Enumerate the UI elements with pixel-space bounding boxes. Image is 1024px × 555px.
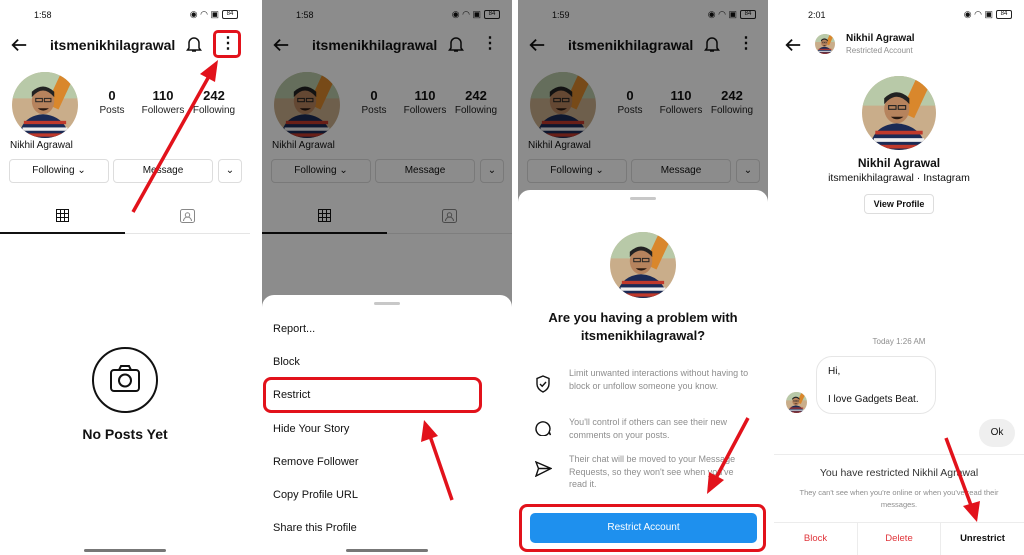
stat-following[interactable]: 242 Following xyxy=(184,88,244,116)
gesture-bar xyxy=(346,549,428,552)
menu-item-remove-follower[interactable]: Remove Follower xyxy=(273,456,359,468)
message-timestamp: Today 1:26 AM xyxy=(872,337,926,346)
back-arrow-icon[interactable] xyxy=(10,36,28,54)
full-name: Nikhil Agrawal xyxy=(10,140,73,151)
options-sheet: Report... Block Restrict Hide Your Story… xyxy=(262,295,512,555)
chat-restricted-screen: 2:01 ◉ ◠ ▣ 84 Nikhil Agrawal Restricted A… xyxy=(774,0,1024,555)
action-bar: Block Delete Unrestrict xyxy=(774,522,1024,555)
tagged-icon xyxy=(180,209,195,223)
avatar xyxy=(610,232,676,298)
grid-icon xyxy=(56,209,69,222)
feature-text: Limit unwanted interactions without havi… xyxy=(569,368,749,391)
back-arrow-icon[interactable] xyxy=(784,36,802,54)
menu-item-hide-story[interactable]: Hide Your Story xyxy=(273,423,349,435)
status-time: 2:01 xyxy=(808,10,826,20)
unrestrict-button[interactable]: Unrestrict xyxy=(941,533,1024,544)
menu-item-share-profile[interactable]: Share this Profile xyxy=(273,522,357,534)
profile-username: itsmenikhilagrawal xyxy=(50,37,176,53)
battery-icon: 84 xyxy=(996,10,1012,19)
battery-icon: 84 xyxy=(222,10,238,19)
comment-icon xyxy=(535,421,552,436)
restrict-sheet: Are you having a problem with itsmenikhi… xyxy=(518,190,768,555)
profile-menu-screen: 1:58 ◉ ◠ ▣ 84 itsmenikhilagrawal ⋮ 0 Posts… xyxy=(262,0,512,555)
profile-screen: 1:58 ◉ ◠ ▣ 84 itsmenikhilagrawal ⋮ 0 Posts… xyxy=(0,0,250,555)
gesture-bar xyxy=(84,549,166,552)
signal-icon: ◉ ◠ ▣ xyxy=(963,9,993,19)
status-bar: 2:01 ◉ ◠ ▣ 84 xyxy=(774,8,1024,24)
view-profile-button[interactable]: View Profile xyxy=(864,194,934,214)
profile-tabs xyxy=(0,204,250,234)
message-button[interactable]: Message xyxy=(113,159,213,183)
bell-icon[interactable] xyxy=(186,35,202,53)
sheet-title: Are you having a problem with itsmenikhi… xyxy=(548,310,738,343)
camera-icon xyxy=(92,347,158,413)
avatar[interactable] xyxy=(12,72,78,138)
signal-icon: ◉ ◠ ▣ xyxy=(189,9,219,19)
chat-header-name[interactable]: Nikhil Agrawal xyxy=(846,33,915,44)
menu-item-block[interactable]: Block xyxy=(273,356,300,368)
feature-text: You'll control if others can see their n… xyxy=(569,417,727,440)
send-icon xyxy=(535,461,552,477)
status-bar: 1:58 ◉ ◠ ▣ 84 xyxy=(0,8,250,24)
sent-message-bubble[interactable]: Ok xyxy=(979,419,1015,447)
chat-header-subtitle: Restricted Account xyxy=(846,46,913,55)
sheet-handle[interactable] xyxy=(374,302,400,305)
highlight-box xyxy=(263,377,482,413)
avatar[interactable] xyxy=(862,76,936,150)
avatar xyxy=(786,392,807,413)
delete-button[interactable]: Delete xyxy=(857,523,941,555)
tab-grid[interactable] xyxy=(0,204,125,234)
avatar[interactable] xyxy=(815,34,835,54)
empty-state-title: No Posts Yet xyxy=(82,426,168,442)
suggested-chevron-button[interactable]: ⌄ xyxy=(218,159,242,183)
sheet-handle[interactable] xyxy=(630,197,656,200)
block-button[interactable]: Block xyxy=(774,533,857,544)
feature-text: Their chat will be moved to your Message… xyxy=(569,454,736,489)
following-button[interactable]: Following ⌄ xyxy=(9,159,109,183)
received-message-bubble[interactable]: Hi, I love Gadgets Beat. xyxy=(816,356,936,414)
restricted-title: You have restricted Nikhil Agrawal xyxy=(819,467,979,479)
shield-icon xyxy=(536,375,550,393)
status-time: 1:58 xyxy=(34,10,52,20)
profile-name: Nikhil Agrawal xyxy=(857,156,941,170)
menu-item-copy-url[interactable]: Copy Profile URL xyxy=(273,489,358,501)
profile-subtitle: itsmenikhilagrawal · Instagram xyxy=(828,172,970,184)
restricted-description: They can't see when you're online or whe… xyxy=(799,488,999,509)
tab-tagged[interactable] xyxy=(125,204,250,234)
highlight-box xyxy=(213,30,241,58)
menu-item-report[interactable]: Report... xyxy=(273,323,315,335)
restrict-confirm-screen: 1:59 ◉ ◠ ▣ 84 itsmenikhilagrawal ⋮ 0 Posts… xyxy=(518,0,768,555)
chevron-down-icon: ⌄ xyxy=(225,165,235,176)
highlight-box xyxy=(519,504,766,552)
